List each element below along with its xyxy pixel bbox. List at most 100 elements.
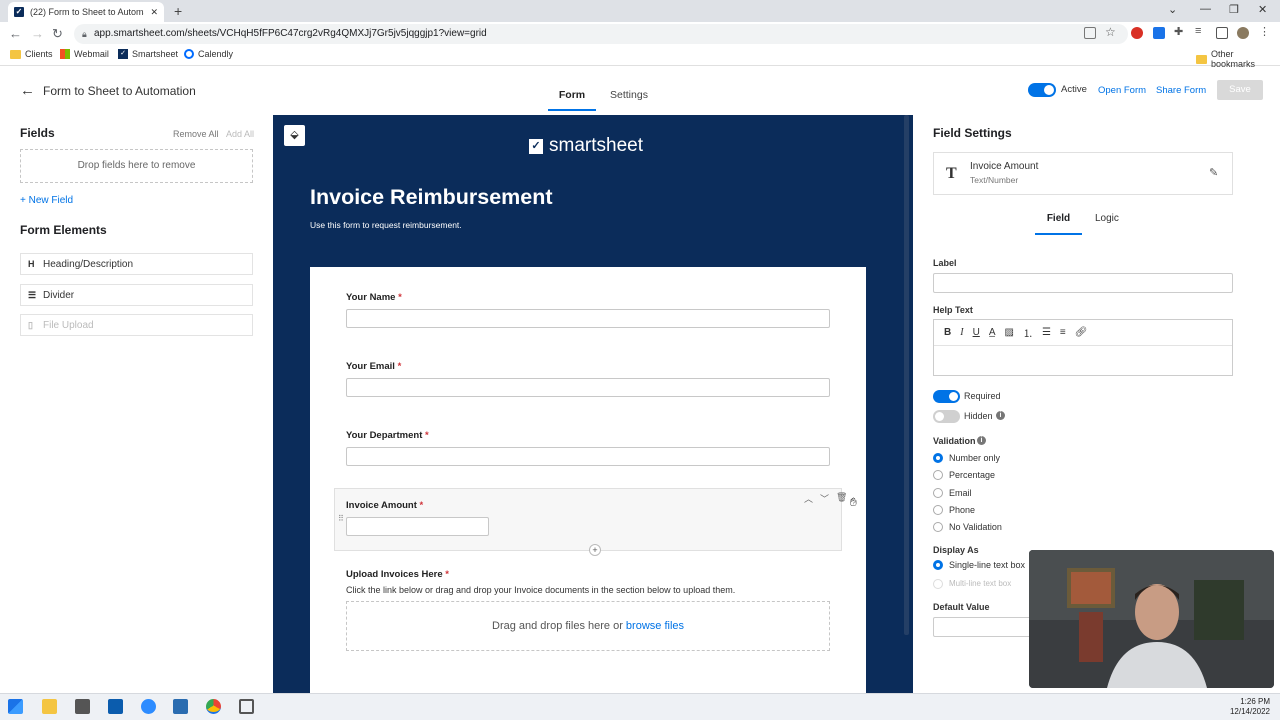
tab-form[interactable]: Form bbox=[548, 89, 596, 111]
tab-logic[interactable]: Logic bbox=[1095, 213, 1119, 224]
system-clock[interactable]: 1:26 PM 12/14/2022 bbox=[1230, 697, 1270, 717]
invoice-amount-input[interactable] bbox=[346, 517, 489, 536]
side-panel-icon[interactable] bbox=[1216, 27, 1228, 39]
open-form-link[interactable]: Open Form bbox=[1098, 85, 1146, 96]
new-tab-icon[interactable]: + bbox=[174, 3, 182, 19]
bold-icon[interactable]: B bbox=[944, 327, 951, 338]
fields-heading: Fields bbox=[20, 126, 55, 140]
default-value-heading: Default Value bbox=[933, 602, 990, 612]
close-window-icon[interactable]: ✕ bbox=[1258, 3, 1267, 16]
underline-icon[interactable]: U bbox=[973, 327, 980, 338]
text-color-icon[interactable]: A̲ bbox=[989, 327, 996, 338]
element-divider[interactable]: ☰ Divider bbox=[20, 284, 253, 306]
smartsheet-logo: ✓ smartsheet bbox=[529, 135, 643, 157]
paint-bucket-icon[interactable]: ⬙ bbox=[284, 125, 305, 146]
add-element-icon[interactable]: + bbox=[589, 544, 601, 556]
italic-icon[interactable]: I bbox=[960, 327, 963, 338]
move-down-icon[interactable]: ﹀ bbox=[820, 492, 829, 505]
bookmark-webmail[interactable]: Webmail bbox=[60, 49, 109, 59]
calculator-icon[interactable] bbox=[75, 699, 90, 714]
zoom-icon[interactable] bbox=[141, 699, 156, 714]
windows-start-icon[interactable] bbox=[8, 699, 23, 714]
tab-settings[interactable]: Settings bbox=[610, 89, 648, 101]
bookmark-other[interactable]: Other bookmarks bbox=[1196, 49, 1280, 69]
forward-icon[interactable]: → bbox=[31, 26, 44, 41]
add-all-link[interactable]: Add All bbox=[226, 129, 254, 139]
app-header: ← Form to Sheet to Automation Form Setti… bbox=[0, 67, 1280, 115]
share-form-link[interactable]: Share Form bbox=[1156, 85, 1206, 96]
align-icon[interactable]: ≡ bbox=[1060, 327, 1066, 338]
bookmark-star-icon[interactable]: ☆ bbox=[1105, 25, 1116, 39]
your-email-input[interactable] bbox=[346, 378, 830, 397]
required-label: Required bbox=[964, 391, 1001, 401]
canvas-scrollbar[interactable] bbox=[904, 115, 909, 635]
your-name-input[interactable] bbox=[346, 309, 830, 328]
element-file-upload[interactable]: ▯ File Upload bbox=[20, 314, 253, 336]
extension-blue-icon[interactable] bbox=[1153, 27, 1165, 39]
back-arrow-icon[interactable]: ← bbox=[20, 82, 35, 99]
browse-files-link[interactable]: browse files bbox=[626, 620, 684, 632]
url-text: app.smartsheet.com/sheets/VCHqH5fFP6C47c… bbox=[94, 28, 487, 39]
tab-field[interactable]: Field bbox=[1035, 213, 1082, 235]
save-button[interactable]: Save bbox=[1217, 80, 1263, 100]
help-text-editor[interactable]: B I U A̲ ▨ ⒈ ☰ ≡ 🔗︎ bbox=[933, 319, 1233, 376]
bulleted-list-icon[interactable]: ☰ bbox=[1042, 327, 1051, 338]
hidden-toggle[interactable] bbox=[933, 410, 960, 423]
radio-multi-line[interactable] bbox=[933, 579, 943, 589]
edit-pencil-icon[interactable]: ✎ bbox=[1209, 166, 1218, 179]
required-toggle[interactable] bbox=[933, 390, 960, 403]
profile-avatar[interactable] bbox=[1237, 27, 1249, 39]
reading-list-icon[interactable]: ≡ bbox=[1195, 25, 1201, 37]
your-department-input[interactable] bbox=[346, 447, 830, 466]
radio-percentage[interactable] bbox=[933, 470, 943, 480]
loom-l-icon[interactable] bbox=[173, 699, 188, 714]
validation-info-icon[interactable]: i bbox=[977, 436, 986, 445]
mail-icon[interactable] bbox=[108, 699, 123, 714]
snipping-tool-icon[interactable] bbox=[239, 699, 254, 714]
numbered-list-icon[interactable]: ⒈ bbox=[1023, 325, 1033, 340]
reload-icon[interactable]: ↻ bbox=[52, 26, 63, 42]
restore-icon[interactable]: ❐ bbox=[1229, 3, 1239, 16]
remove-all-link[interactable]: Remove All bbox=[173, 129, 219, 139]
field-your-department: Your Department * bbox=[346, 430, 830, 466]
browser-tab[interactable]: ✓ (22) Form to Sheet to Automatio ✕ bbox=[8, 2, 164, 22]
extensions-puzzle-icon[interactable]: ✚ bbox=[1174, 25, 1183, 38]
link-icon[interactable]: 🔗︎ bbox=[1075, 327, 1088, 338]
radio-number-only[interactable] bbox=[933, 453, 943, 463]
menu-kebab-icon[interactable]: ⋮ bbox=[1259, 25, 1270, 38]
close-tab-icon[interactable]: ✕ bbox=[150, 7, 158, 18]
bookmark-smartsheet[interactable]: ✓ Smartsheet bbox=[118, 49, 178, 59]
new-field-link[interactable]: + New Field bbox=[20, 195, 73, 206]
drag-handle-icon[interactable]: ⠿ bbox=[338, 514, 344, 523]
back-icon[interactable]: ← bbox=[9, 26, 22, 41]
chrome-icon[interactable] bbox=[206, 699, 221, 714]
microsoft-icon bbox=[60, 49, 70, 59]
extension-red-icon[interactable] bbox=[1131, 27, 1143, 39]
bookmark-clients[interactable]: Clients bbox=[10, 49, 53, 59]
field-invoice-amount-selected[interactable]: ⠿ ︿ ﹀ 🗑︎ Invoice Amount * + bbox=[334, 488, 847, 556]
active-toggle[interactable] bbox=[1028, 83, 1056, 97]
address-bar[interactable]: 🔒︎ app.smartsheet.com/sheets/VCHqH5fFP6C… bbox=[74, 24, 1128, 44]
hidden-info-icon[interactable]: i bbox=[996, 411, 1005, 420]
heading-icon: H bbox=[28, 259, 35, 269]
windows-taskbar: 1:26 PM 12/14/2022 bbox=[0, 693, 1280, 720]
file-icon: ▯ bbox=[28, 319, 33, 330]
minimize-icon[interactable]: — bbox=[1200, 3, 1211, 15]
fields-panel: Fields Remove All Add All Drop fields he… bbox=[0, 115, 273, 693]
delete-icon[interactable]: 🗑︎ bbox=[836, 492, 847, 505]
radio-no-validation[interactable] bbox=[933, 522, 943, 532]
radio-email[interactable] bbox=[933, 488, 943, 498]
drop-to-remove-zone[interactable]: Drop fields here to remove bbox=[20, 149, 253, 183]
label-input[interactable] bbox=[933, 273, 1233, 293]
file-explorer-icon[interactable] bbox=[42, 699, 57, 714]
move-up-icon[interactable]: ︿ bbox=[804, 492, 813, 505]
highlight-icon[interactable]: ▨ bbox=[1004, 327, 1013, 338]
calendly-icon bbox=[184, 49, 194, 59]
bookmark-calendly[interactable]: Calendly bbox=[184, 49, 233, 59]
file-drop-zone[interactable]: Drag and drop files here or browse files bbox=[346, 601, 830, 651]
radio-single-line[interactable] bbox=[933, 560, 943, 570]
radio-phone[interactable] bbox=[933, 505, 943, 515]
element-heading-description[interactable]: H Heading/Description bbox=[20, 253, 253, 275]
tab-search-icon[interactable]: ⌄ bbox=[1168, 3, 1177, 16]
share-icon[interactable] bbox=[1084, 27, 1096, 39]
